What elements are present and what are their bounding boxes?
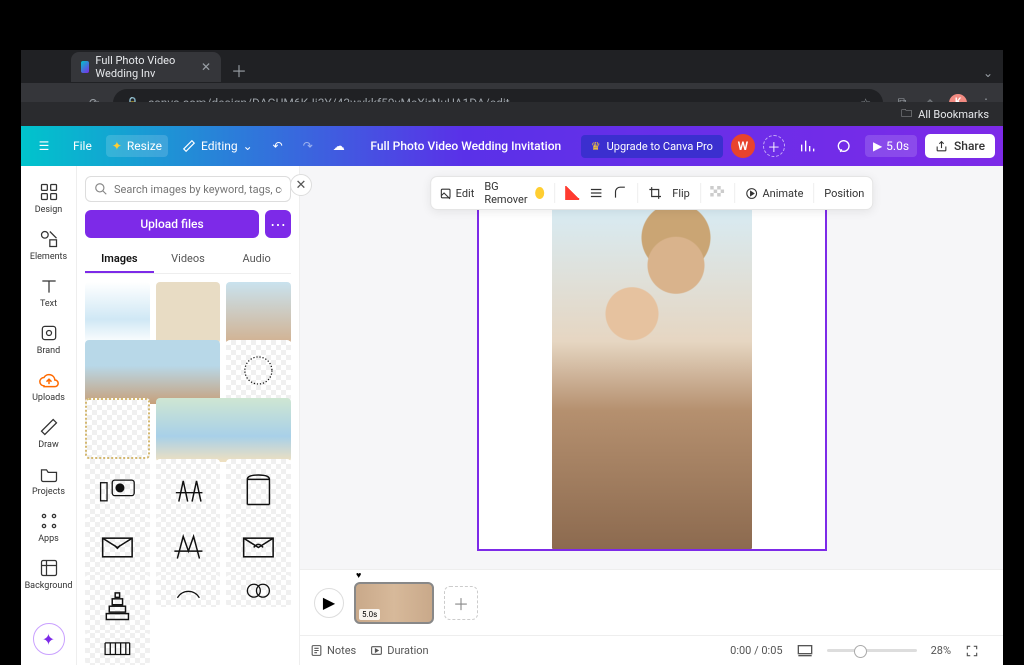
rail-elements[interactable]: Elements	[23, 223, 75, 268]
upload-thumb[interactable]	[226, 517, 291, 579]
redo-button[interactable]: ↷	[297, 135, 319, 157]
search-input[interactable]	[85, 176, 291, 202]
color-tool-icon[interactable]	[565, 186, 579, 200]
bg-remover-button[interactable]: BG Remover	[484, 180, 544, 206]
analytics-icon[interactable]	[793, 134, 821, 158]
duration-button[interactable]: Duration	[370, 644, 428, 657]
upload-files-button[interactable]: Upload files	[85, 210, 259, 238]
favorite-icon[interactable]: ♥	[356, 570, 361, 581]
editing-menu[interactable]: Editing⌄	[176, 135, 259, 157]
upgrade-button[interactable]: ♛Upgrade to Canva Pro	[581, 135, 723, 158]
page-selection-frame[interactable]	[477, 201, 827, 551]
fullscreen-icon[interactable]	[965, 644, 979, 658]
resize-button[interactable]: ✦Resize	[106, 135, 168, 157]
flip-button[interactable]: Flip	[672, 187, 690, 200]
context-toolbar: Edit BG Remover Flip Animate Position	[430, 176, 874, 210]
browser-tab[interactable]: Full Photo Video Wedding Inv ✕	[71, 52, 221, 82]
folder-icon: 🗀	[901, 105, 912, 124]
upload-thumb[interactable]	[226, 459, 291, 521]
photo-element[interactable]	[552, 203, 752, 549]
cloud-sync-icon[interactable]: ☁	[327, 135, 351, 157]
upload-thumb[interactable]	[85, 633, 150, 665]
position-button[interactable]: Position	[824, 187, 864, 200]
play-button[interactable]: ▶	[314, 588, 344, 618]
bottom-bar: Notes Duration 0:00 / 0:05 28%	[300, 635, 1003, 665]
corner-rounding-icon[interactable]	[613, 186, 627, 200]
rail-draw[interactable]: Draw	[23, 411, 75, 456]
search-icon	[94, 182, 108, 196]
timeline: ▶ ♥ 5.0s ＋	[300, 569, 1003, 635]
upload-thumb[interactable]	[85, 340, 220, 404]
tab-bar: Full Photo Video Wedding Inv ✕ ＋ ⌄	[21, 50, 1003, 82]
upload-more-button[interactable]: ⋯	[265, 210, 291, 238]
animate-button[interactable]: Animate	[745, 187, 803, 200]
border-weight-icon[interactable]	[589, 186, 603, 200]
user-avatar[interactable]: W	[731, 134, 755, 158]
search-field[interactable]	[114, 183, 282, 196]
tab-close-icon[interactable]: ✕	[201, 60, 211, 74]
undo-button[interactable]: ↶	[267, 135, 289, 157]
tab-title: Full Photo Video Wedding Inv	[95, 54, 195, 80]
rail-text[interactable]: Text	[23, 270, 75, 315]
upload-thumb[interactable]	[85, 575, 150, 637]
canvas-area: ✕ Edit BG Remover Flip Animate Position	[300, 166, 1003, 665]
zoom-slider[interactable]	[827, 649, 917, 652]
upload-thumb[interactable]	[85, 398, 150, 460]
time-display: 0:00 / 0:05	[730, 644, 782, 657]
tab-videos[interactable]: Videos	[154, 246, 223, 273]
upload-thumb[interactable]	[226, 282, 291, 344]
transparency-icon[interactable]	[711, 186, 725, 200]
comment-icon[interactable]	[829, 134, 857, 158]
notes-button[interactable]: Notes	[310, 644, 356, 657]
rail-apps[interactable]: Apps	[23, 505, 75, 550]
upload-thumb[interactable]	[156, 282, 221, 344]
rail-projects[interactable]: Projects	[23, 458, 75, 503]
uploads-panel: Upload files ⋯ Images Videos Audio	[77, 166, 300, 665]
collapse-panel-button[interactable]: ✕	[290, 174, 312, 196]
bookmarks-bar: 🗀 All Bookmarks	[21, 102, 1003, 126]
main-area: Design Elements Text Brand Uploads Draw …	[21, 166, 1003, 665]
upload-thumb[interactable]	[85, 459, 150, 521]
menu-icon[interactable]: ☰	[29, 139, 59, 153]
canvas-viewport[interactable]	[300, 166, 1003, 569]
magic-button[interactable]: ✦	[33, 623, 65, 655]
upload-thumb[interactable]	[226, 575, 291, 607]
rail-uploads[interactable]: Uploads	[23, 364, 75, 409]
document-title[interactable]: Full Photo Video Wedding Invitation	[370, 139, 561, 153]
rail-design[interactable]: Design	[23, 176, 75, 221]
media-tabs: Images Videos Audio	[85, 246, 291, 274]
upload-thumb[interactable]	[156, 398, 291, 462]
upload-thumb[interactable]	[156, 575, 221, 607]
play-preview-button[interactable]: ▶ 5.0s	[865, 135, 917, 157]
share-button[interactable]: Share	[925, 134, 995, 158]
clip-duration-label: 5.0s	[359, 609, 380, 620]
add-scene-button[interactable]: ＋	[444, 586, 478, 620]
view-mode-icon[interactable]	[797, 644, 813, 658]
crop-button[interactable]	[648, 186, 662, 200]
all-bookmarks-link[interactable]: All Bookmarks	[918, 108, 989, 121]
app-topbar: ☰ File ✦Resize Editing⌄ ↶ ↷ ☁ Full Photo…	[21, 126, 1003, 166]
window-dropdown-icon[interactable]: ⌄	[979, 64, 997, 82]
file-menu[interactable]: File	[67, 135, 98, 157]
rail-background[interactable]: Background	[23, 552, 75, 597]
favicon-icon	[81, 61, 89, 73]
add-collaborator-button[interactable]: ＋	[763, 135, 785, 157]
new-tab-button[interactable]: ＋	[221, 58, 257, 82]
rail-brand[interactable]: Brand	[23, 317, 75, 362]
upload-thumb[interactable]	[85, 282, 150, 344]
tab-audio[interactable]: Audio	[222, 246, 291, 273]
upload-thumb[interactable]	[156, 517, 221, 579]
upload-thumb[interactable]	[85, 517, 150, 579]
upload-thumb[interactable]	[226, 340, 291, 402]
uploads-grid	[85, 282, 291, 665]
upload-thumb[interactable]	[156, 459, 221, 521]
left-rail: Design Elements Text Brand Uploads Draw …	[21, 166, 77, 665]
edit-image-button[interactable]: Edit	[439, 187, 475, 200]
canva-app: ☰ File ✦Resize Editing⌄ ↶ ↷ ☁ Full Photo…	[21, 126, 1003, 665]
timeline-clip[interactable]: 5.0s	[354, 582, 434, 624]
zoom-level[interactable]: 28%	[931, 644, 951, 657]
tab-images[interactable]: Images	[85, 246, 154, 273]
